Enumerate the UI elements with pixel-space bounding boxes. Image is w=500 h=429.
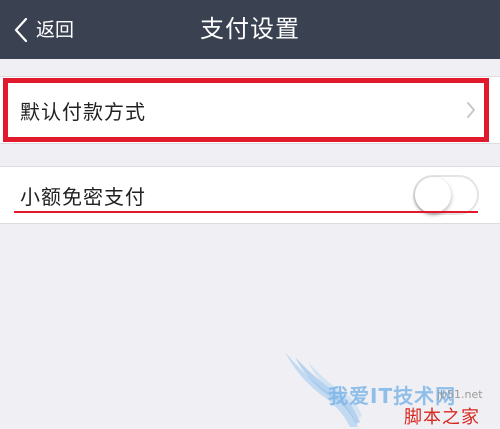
watermark-wing-logo: [285, 352, 362, 427]
watermark-site-name: 脚本之家: [404, 407, 480, 428]
navigation-bar: 返回 支付设置: [0, 0, 500, 59]
chevron-right-icon: [467, 102, 475, 118]
settings-group-payment-method: 默认付款方式: [0, 76, 500, 144]
page-title: 支付设置: [200, 15, 300, 43]
annotation-underline: [14, 211, 478, 213]
watermark-brand-text: 我爱IT技术网: [328, 384, 457, 408]
passwordless-toggle-switch[interactable]: [413, 175, 479, 215]
small-amount-passwordless-row: 小额免密支付: [0, 167, 500, 223]
watermark-domain: jb51.net: [437, 388, 483, 401]
default-payment-row[interactable]: 默认付款方式: [0, 77, 500, 143]
default-payment-label: 默认付款方式: [20, 99, 146, 124]
small-amount-passwordless-label: 小额免密支付: [20, 184, 146, 209]
settings-group-passwordless: 小额免密支付: [0, 166, 500, 224]
toggle-knob: [415, 177, 451, 213]
